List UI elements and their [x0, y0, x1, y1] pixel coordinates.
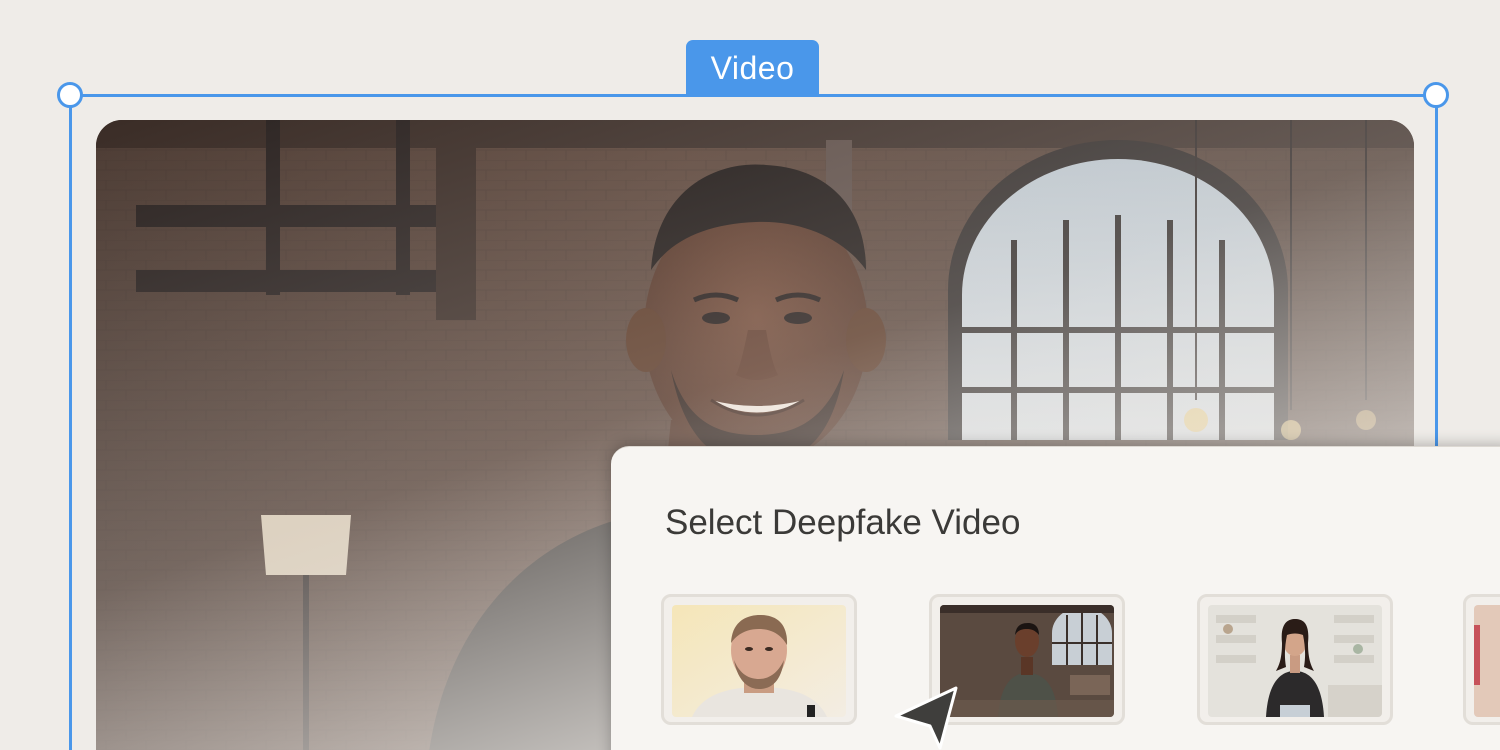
resize-handle-top-left[interactable]: [57, 82, 83, 108]
selection-border-left: [69, 96, 72, 750]
thumbnail-image: [672, 605, 846, 717]
thumbnail-image: [1208, 605, 1382, 717]
selection-label: Video: [686, 40, 819, 96]
video-thumbnail-1[interactable]: [661, 594, 857, 725]
canvas-stage: Video Select Deepfake Video: [0, 0, 1500, 750]
thumbnail-image: [1474, 605, 1500, 717]
arrow-cursor-icon: [892, 686, 962, 750]
thumbnail-image: [940, 605, 1114, 717]
select-video-dialog: Select Deepfake Video: [611, 446, 1500, 750]
video-thumbnail-4[interactable]: [1463, 594, 1500, 725]
video-thumbnail-3[interactable]: [1197, 594, 1393, 725]
dialog-title: Select Deepfake Video: [665, 503, 1021, 542]
resize-handle-top-right[interactable]: [1423, 82, 1449, 108]
